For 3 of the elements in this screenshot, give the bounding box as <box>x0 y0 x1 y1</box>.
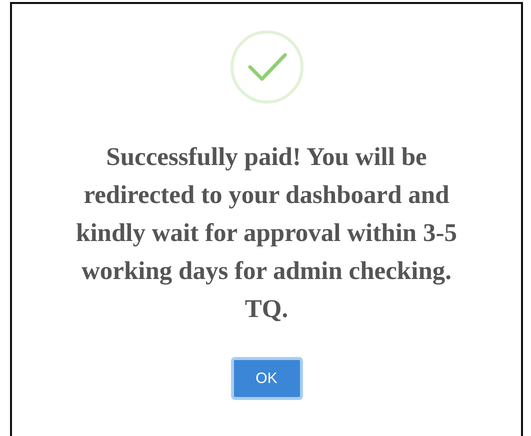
success-message: Successfully paid! You will be redirected to your dashboard and kindly wait for approval within 3-5 working days for admin checking. TQ. <box>75 141 458 325</box>
check-circle-icon <box>230 30 304 104</box>
ok-button[interactable]: OK <box>230 357 302 400</box>
